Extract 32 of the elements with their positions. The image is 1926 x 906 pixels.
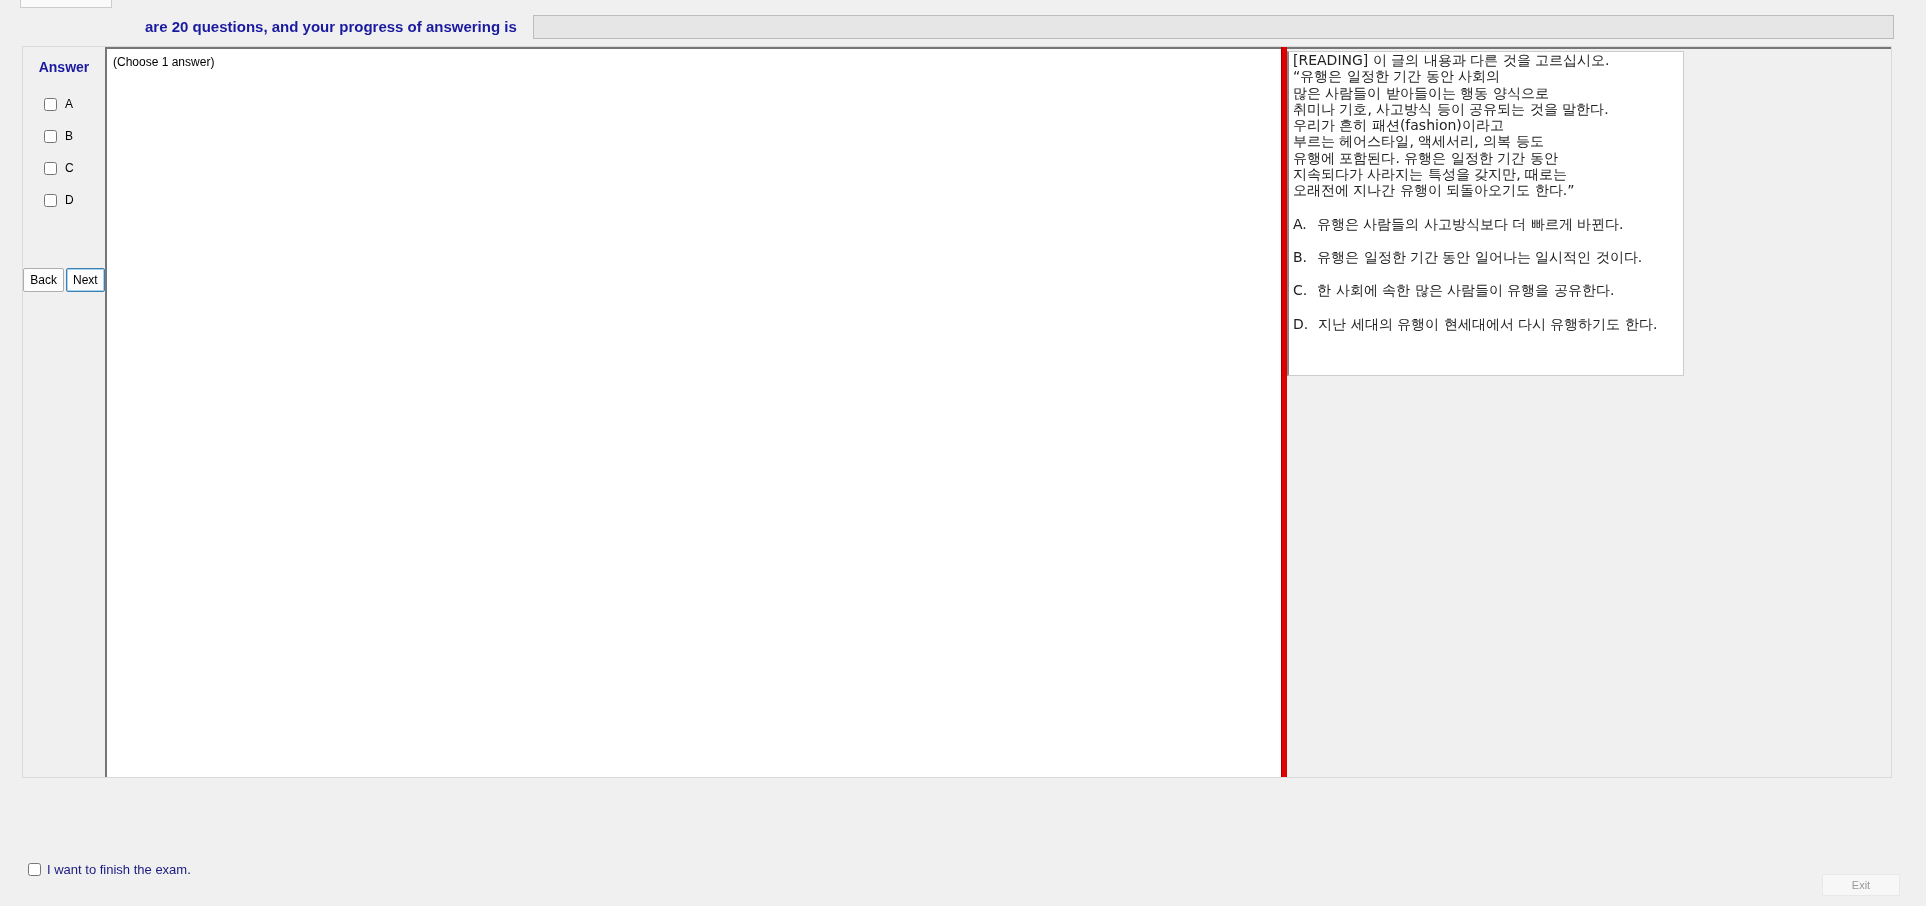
passage-line: “유행은 일정한 기간 동안 사회의 [1293,68,1502,85]
answer-option-label[interactable]: D [65,191,74,209]
question-instruction: (Choose 1 answer) [113,55,215,69]
answer-option-label[interactable]: B [65,127,73,145]
passage-line: 지속되다가 사라지는 특성을 갖지만, 때로는 [1293,166,1569,183]
choice-letter: B. [1293,248,1308,266]
choice-text: 유행은 일정한 기간 동안 일어나는 일시적인 것이다. [1317,248,1643,266]
passage-line: 오래전에 지나간 유행이 되돌아오기도 한다.” [1293,182,1576,199]
choice-letter: D. [1293,315,1309,332]
choice-text: 유행은 사람들의 사고방식보다 더 빠르게 바뀐다. [1316,215,1624,232]
progress-label: are 20 questions, and your progress of answering is [145,16,517,37]
finish-checkbox[interactable] [28,862,41,876]
passage-line: 우리가 흔히 패션(fashion)이라고 [1293,117,1505,134]
answer-checkbox[interactable] [44,97,57,111]
answer-option-label[interactable]: C [65,159,74,177]
passage-line: 많은 사람들이 받아들이는 행동 양식으로 [1293,84,1550,101]
choice-letter: A. [1293,215,1307,232]
passage-line: 취미나 기호, 사고방식 등이 공유되는 것을 말한다. [1293,100,1610,118]
choice-text: 지난 세대의 유행이 현세대에서 다시 유행하기도 한다. [1318,315,1658,332]
answer-checkbox[interactable] [44,129,57,143]
answer-heading: Answer [38,58,90,77]
choice-letter: C. [1293,282,1308,299]
passage-line: 유행에 포함된다. 유행은 일정한 기간 동안 [1293,149,1559,167]
answer-option-label[interactable]: A [65,95,73,113]
next-button[interactable]: Next [66,268,105,292]
back-button[interactable]: Back [23,268,64,292]
passage-line: 부르는 헤어스타일, 액세서리, 의복 등도 [1293,133,1545,150]
passage-line: [READING] 이 글의 내용과 다른 것을 고르십시오. [1293,52,1611,69]
choice-text: 한 사회에 속한 많은 사람들이 유행을 공유한다. [1317,282,1615,299]
finish-label[interactable]: I want to finish the exam. [47,859,191,879]
answer-checkbox[interactable] [44,193,57,207]
answer-checkbox[interactable] [44,161,57,175]
